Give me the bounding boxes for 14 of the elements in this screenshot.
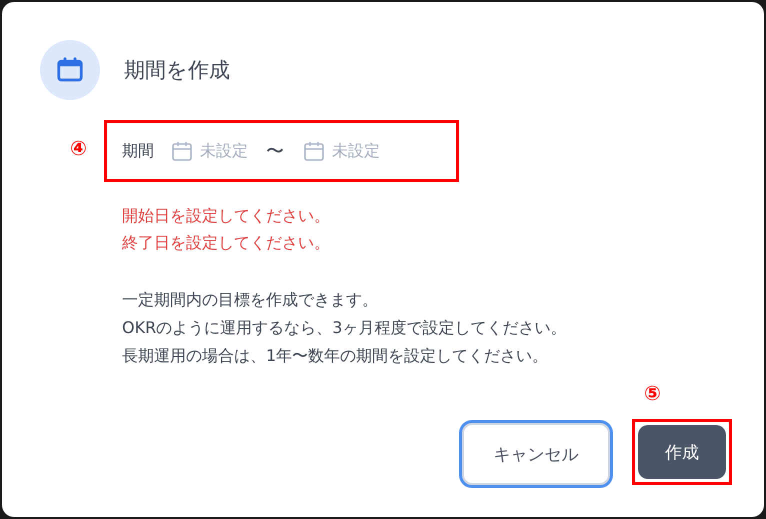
error-message: 開始日を設定してください。 [122, 205, 331, 227]
annotation-number: ④ [70, 136, 87, 160]
calendar-icon[interactable] [302, 139, 326, 163]
create-button[interactable]: 作成 [638, 425, 726, 479]
description-text: 長期運用の場合は、1年〜数年の期間を設定してください。 [122, 345, 550, 367]
calendar-icon[interactable] [170, 139, 194, 163]
annotation-number: ⑤ [644, 381, 661, 405]
period-label: 期間 [122, 140, 154, 162]
description-text: OKRのように運用するなら、3ヶ月程度で設定してください。 [122, 317, 568, 339]
dialog-title: 期間を作成 [124, 57, 230, 84]
range-separator: 〜 [266, 140, 284, 163]
description-text: 一定期間内の目標を作成できます。 [122, 289, 379, 311]
error-message: 終了日を設定してください。 [122, 232, 331, 254]
cancel-button[interactable]: キャンセル [462, 423, 610, 485]
